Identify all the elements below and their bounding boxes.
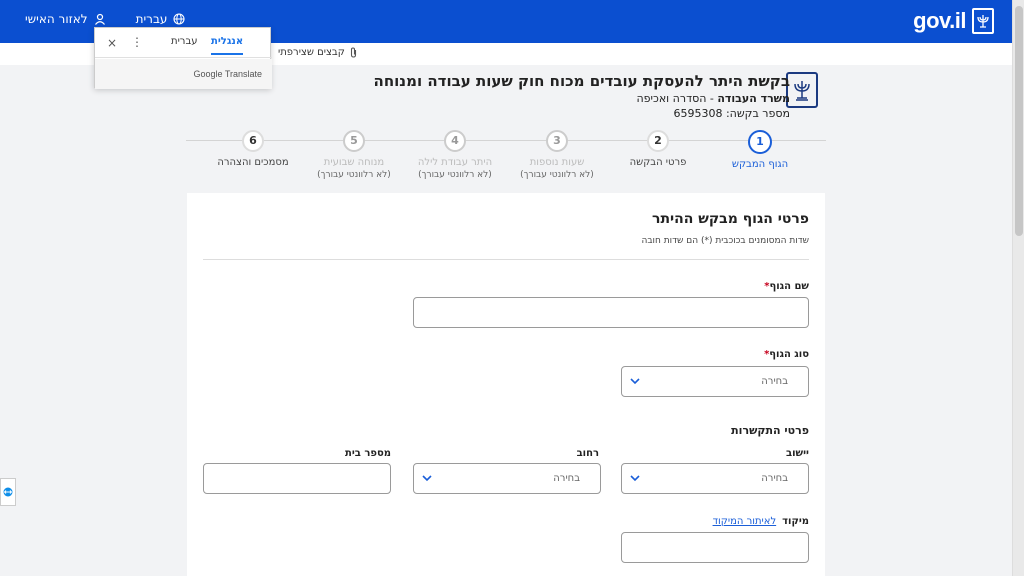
select-value: בחירה [761, 473, 788, 484]
step-number: 6 [242, 130, 264, 152]
contact-section-title: פרטי התקשרות [731, 424, 809, 437]
language-selector[interactable]: עברית [136, 12, 186, 26]
user-icon [94, 13, 105, 25]
translate-tabs: × ⋮ עברית אנגלית [95, 28, 272, 58]
menorah-emblem-icon [972, 8, 994, 34]
street-label: רחוב [576, 448, 599, 459]
step-number: 5 [343, 130, 365, 152]
step-6[interactable]: 6 מסמכים והצהרה [193, 130, 313, 168]
step-number: 4 [444, 130, 466, 152]
step-label: שעות נוספות [529, 157, 585, 168]
body-name-input[interactable] [413, 297, 809, 328]
chevron-down-icon [422, 475, 432, 482]
city-select[interactable]: בחירה [621, 463, 809, 494]
label-text: סוג הגוף [769, 349, 809, 360]
request-number-value: 6595308 [673, 107, 723, 120]
page-title: בקשת היתר להעסקת עובדים מכוח חוק שעות עב… [373, 72, 790, 90]
step-label: הגוף המבקש [731, 159, 789, 170]
select-value: בחירה [553, 473, 580, 484]
step-1[interactable]: 1 הגוף המבקש [700, 130, 820, 170]
zip-input[interactable] [621, 532, 809, 563]
street-select[interactable]: בחירה [413, 463, 601, 494]
tab-english[interactable]: אנגלית [211, 36, 244, 55]
ministry-name: משרד העבודה - הסדרה ואכיפה [637, 92, 791, 105]
step-sublabel: (לא רלוונטי עבורך) [317, 170, 391, 180]
label-text: שם הגוף [769, 281, 809, 292]
city-label: יישוב [785, 448, 809, 459]
page-scrollbar[interactable] [1012, 0, 1024, 576]
teamviewer-icon[interactable] [0, 478, 16, 506]
chevron-down-icon [630, 378, 640, 385]
form-title: פרטי הגוף מבקש ההיתר [652, 211, 809, 227]
required-note: שדות המסומנים בכוכבית (*) הם שדות חובה [641, 236, 809, 246]
divider [203, 259, 809, 260]
globe-icon [173, 13, 185, 25]
body-name-label: שם הגוף* [764, 281, 809, 292]
logo-text: gov.il [913, 8, 966, 33]
step-sublabel: (לא רלוונטי עבורך) [520, 170, 594, 180]
more-options-icon[interactable]: ⋮ [131, 35, 143, 49]
state-emblem-icon [786, 72, 818, 108]
select-value: בחירה [761, 376, 788, 387]
zip-label: מיקוד לאיתור המיקוד [713, 516, 809, 527]
paperclip-icon [350, 47, 356, 58]
google-translate-popup: × ⋮ עברית אנגלית Google Translate [94, 27, 272, 89]
ministry-unit: - הסדרה ואכיפה [636, 92, 718, 105]
house-number-input[interactable] [203, 463, 391, 494]
step-label: מסמכים והצהרה [217, 157, 289, 168]
body-type-label: סוג הגוף* [764, 349, 809, 360]
language-label: עברית [135, 12, 168, 26]
chevron-down-icon [630, 475, 640, 482]
step-3[interactable]: 3 שעות נוספות (לא רלוונטי עבורך) [497, 130, 617, 180]
top-nav: לאזור האישי עברית [25, 12, 185, 26]
attachments-link[interactable]: קבצים שצירפתי [278, 47, 358, 58]
house-number-label: מספר בית [345, 448, 391, 459]
form-card: פרטי הגוף מבקש ההיתר שדות המסומנים בכוכב… [187, 193, 825, 576]
scrollbar-thumb[interactable] [1015, 6, 1023, 236]
body-type-select[interactable]: בחירה [621, 366, 809, 397]
zip-lookup-link[interactable]: לאיתור המיקוד [713, 516, 777, 527]
gov-logo[interactable]: gov.il [913, 8, 994, 34]
request-number-label: מספר בקשה: [725, 107, 790, 120]
ministry-label: משרד העבודה [717, 92, 790, 105]
step-number: 1 [748, 130, 772, 154]
step-number: 3 [546, 130, 568, 152]
personal-area-link[interactable]: לאזור האישי [25, 12, 106, 26]
google-translate-brand: Google Translate [193, 69, 262, 79]
step-number: 2 [647, 130, 669, 152]
personal-area-label: לאזור האישי [25, 12, 88, 26]
close-icon[interactable]: × [107, 36, 117, 50]
tab-hebrew[interactable]: עברית [171, 36, 198, 47]
request-number: מספר בקשה: 6595308 [673, 107, 790, 120]
translate-footer: Google Translate [95, 59, 272, 89]
attachments-label: קבצים שצירפתי [278, 47, 345, 58]
label-text: מיקוד [782, 516, 809, 527]
